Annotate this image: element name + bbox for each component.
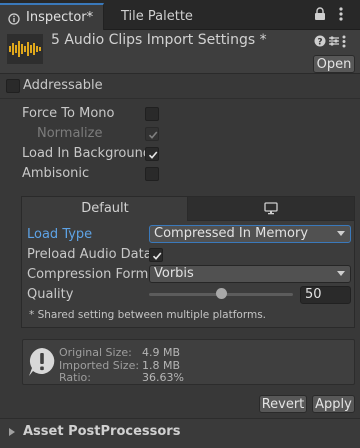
info-box: Original Size: 4.9 MB Imported Size: 1.8…	[22, 339, 355, 385]
chevron-down-icon	[337, 231, 345, 236]
more-options-icon[interactable]	[339, 7, 343, 24]
shared-setting-note: * Shared setting between multiple platfo…	[29, 309, 267, 321]
force-to-mono-label: Force To Mono	[22, 106, 115, 121]
checkmark-icon	[152, 252, 162, 260]
compression-format-dropdown[interactable]: Vorbis	[149, 265, 351, 283]
info-icon	[8, 13, 20, 25]
addressable-checkbox[interactable]	[6, 79, 20, 93]
svg-text:?: ?	[317, 38, 322, 48]
ratio-value: 36.63%	[142, 371, 184, 384]
lock-icon[interactable]	[314, 7, 326, 24]
more-options-icon[interactable]	[342, 35, 346, 51]
tab-default[interactable]: Default	[22, 197, 188, 221]
original-size-label: Original Size:	[59, 346, 132, 359]
platform-tabs: Default	[22, 197, 354, 221]
tab-tile-palette-label: Tile Palette	[121, 9, 193, 24]
quality-input[interactable]: 50	[300, 286, 351, 304]
preload-audio-data-label: Preload Audio Data*	[27, 247, 159, 262]
tab-inspector-label: Inspector*	[26, 10, 94, 25]
addressable-label: Addressable	[23, 78, 103, 93]
apply-button[interactable]: Apply	[312, 395, 355, 413]
checkmark-icon	[148, 131, 158, 139]
preload-audio-data-checkbox[interactable]	[149, 248, 163, 262]
revert-button[interactable]: Revert	[259, 395, 307, 413]
load-type-value: Compressed In Memory	[154, 226, 309, 241]
page-title: 5 Audio Clips Import Settings *	[51, 32, 267, 48]
compression-format-label: Compression Format	[27, 267, 162, 282]
quality-slider-handle[interactable]	[215, 288, 227, 299]
chevron-right-icon[interactable]	[9, 428, 15, 436]
load-type-label: Load Type	[27, 227, 93, 242]
tab-default-label: Default	[81, 201, 129, 216]
load-type-dropdown[interactable]: Compressed In Memory	[149, 225, 351, 243]
checkmark-icon	[148, 151, 158, 159]
tab-standalone[interactable]	[188, 197, 354, 221]
help-icon[interactable]: ?	[314, 35, 326, 50]
monitor-icon	[264, 202, 278, 218]
asset-postprocessors-label: Asset PostProcessors	[23, 424, 181, 439]
compression-format-value: Vorbis	[154, 266, 194, 281]
normalize-label: Normalize	[37, 126, 103, 141]
ratio-label: Ratio:	[59, 371, 91, 384]
original-size-value: 4.9 MB	[142, 346, 181, 359]
warning-icon	[28, 347, 56, 380]
divider	[0, 98, 360, 99]
open-button[interactable]: Open	[313, 55, 355, 73]
force-to-mono-checkbox[interactable]	[145, 107, 159, 121]
ambisonic-label: Ambisonic	[22, 166, 90, 181]
normalize-checkbox[interactable]	[145, 127, 159, 141]
quality-label: Quality	[27, 287, 74, 302]
load-in-background-label: Load In Background	[22, 146, 152, 161]
tab-inspector[interactable]: Inspector*	[0, 3, 104, 30]
presets-icon[interactable]	[328, 35, 340, 50]
chevron-down-icon	[337, 271, 345, 276]
audio-clip-icon	[7, 34, 43, 67]
load-in-background-checkbox[interactable]	[145, 147, 159, 161]
tab-tile-palette[interactable]: Tile Palette	[104, 3, 214, 30]
ambisonic-checkbox[interactable]	[145, 167, 159, 181]
